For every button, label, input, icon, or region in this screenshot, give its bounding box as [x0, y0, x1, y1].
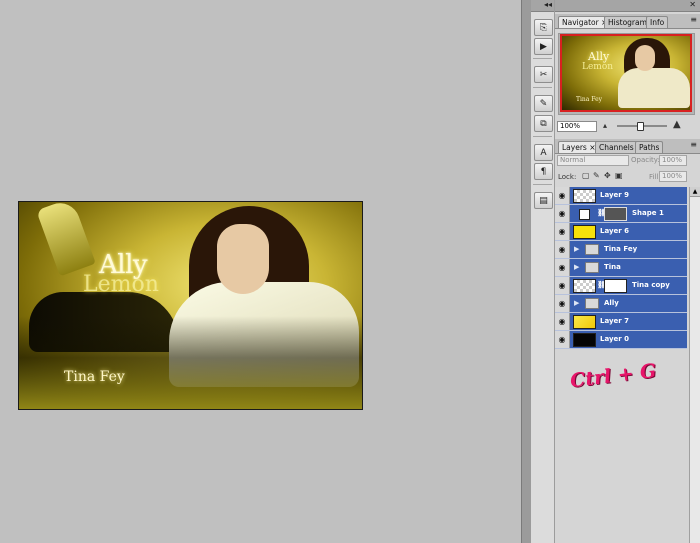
paragraph-icon[interactable]: ¶: [534, 163, 553, 180]
panel-menu-icon[interactable]: ≡: [690, 15, 697, 24]
folder-icon: [585, 298, 599, 309]
lock-position-icon[interactable]: ✥: [604, 172, 612, 180]
scroll-up-arrow-icon[interactable]: ▲: [690, 187, 700, 197]
preview-title-lemon: Lemon: [582, 62, 614, 72]
navigator-view-box[interactable]: Ally Lemon Tina Fey: [560, 34, 692, 112]
preview-shirt: [618, 68, 690, 108]
zoom-out-icon[interactable]: ▴: [603, 121, 607, 130]
blend-mode-select[interactable]: Normal: [557, 155, 629, 166]
panel-icon-column: ◂◂ ⎘ ▶ ✂ ✎ ⧉ A ¶ ▤: [531, 0, 555, 543]
expand-arrow-icon[interactable]: ▶: [574, 263, 579, 271]
lock-label: Lock:: [558, 173, 577, 181]
layer-row[interactable]: ◉ Layer 9: [555, 187, 687, 205]
tab-layers-label: Layers: [562, 143, 587, 152]
opacity-label: Opacity:: [631, 156, 660, 164]
navigator-preview[interactable]: Ally Lemon Tina Fey: [558, 33, 695, 115]
navigator-tab-bar: Navigator × Histogram Info ≡: [555, 14, 700, 29]
document-canvas[interactable]: Ally Lemon Tina Fey: [18, 201, 363, 410]
lock-transparency-icon[interactable]: ▢: [582, 172, 590, 180]
layer-thumbnail: [573, 333, 596, 347]
layer-group-row[interactable]: ◉ ▶ Tina Fey: [555, 241, 687, 259]
separator: [533, 136, 552, 137]
preview-face: [635, 45, 655, 71]
layer-row[interactable]: ◉ ⛓ Tina copy: [555, 277, 687, 295]
layer-name: Shape 1: [632, 209, 664, 217]
lock-all-icon[interactable]: ▣: [615, 172, 623, 180]
artwork-face: [217, 224, 269, 294]
visibility-eye-icon[interactable]: ◉: [555, 277, 570, 294]
layer-thumbnail: [573, 225, 596, 239]
layer-mask-thumbnail: [604, 279, 627, 293]
fill-field[interactable]: 100%: [659, 171, 687, 182]
panel-menu-icon[interactable]: ≡: [690, 140, 697, 149]
layer-row[interactable]: ◉ Layer 6: [555, 223, 687, 241]
tab-histogram[interactable]: Histogram: [604, 16, 651, 28]
dock-close-button[interactable]: ✕: [555, 0, 700, 12]
layer-name: Layer 6: [600, 227, 630, 235]
preview-caption: Tina Fey: [576, 96, 603, 103]
clone-source-icon[interactable]: ⧉: [534, 115, 553, 132]
opacity-field[interactable]: 100%: [659, 155, 687, 166]
layer-name: Ally: [604, 299, 619, 307]
visibility-eye-icon[interactable]: ◉: [555, 313, 570, 330]
layer-comps-icon[interactable]: ▤: [534, 192, 553, 209]
zoom-controls: 100% ▴ ▲: [555, 119, 700, 133]
layer-name: Layer 0: [600, 335, 630, 343]
layer-thumbnail: [573, 189, 596, 203]
layer-group-row[interactable]: ◉ ▶ Ally: [555, 295, 687, 313]
artwork-shoe: [36, 202, 96, 277]
character-icon[interactable]: A: [534, 144, 553, 161]
layer-name: Tina copy: [632, 281, 670, 289]
tool-presets-icon[interactable]: ✂: [534, 66, 553, 83]
layer-thumbnail: [573, 315, 596, 329]
visibility-eye-icon[interactable]: ◉: [555, 295, 570, 312]
layer-name: Tina Fey: [604, 245, 638, 253]
layer-name: Layer 9: [600, 191, 630, 199]
tab-layers[interactable]: Layers ×: [558, 141, 600, 153]
visibility-eye-icon[interactable]: ◉: [555, 187, 570, 204]
tab-info[interactable]: Info: [646, 16, 669, 28]
expand-dock-button[interactable]: ◂◂: [531, 0, 554, 12]
zoom-input[interactable]: 100%: [557, 121, 597, 132]
separator: [533, 87, 552, 88]
artwork-title-lemon: Lemon: [83, 272, 159, 297]
visibility-eye-icon[interactable]: ◉: [555, 205, 570, 222]
separator: [533, 184, 552, 185]
artwork-caption: Tina Fey: [64, 369, 125, 385]
zoom-slider-handle[interactable]: [636, 122, 644, 131]
canvas-workspace[interactable]: Ally Lemon Tina Fey: [0, 0, 521, 543]
layer-row[interactable]: ◉ ⛓ Shape 1: [555, 205, 687, 223]
tab-paths[interactable]: Paths: [635, 141, 664, 153]
layer-group-row[interactable]: ◉ ▶ Tina: [555, 259, 687, 277]
artwork-ground: [19, 315, 362, 409]
right-panel-dock: ✕ Navigator × Histogram Info ≡ Ally Lemo…: [555, 0, 700, 543]
layer-row[interactable]: ◉ Layer 0: [555, 331, 687, 349]
separator: [533, 58, 552, 59]
actions-icon[interactable]: ▶: [534, 38, 553, 55]
zoom-in-icon[interactable]: ▲: [673, 119, 681, 130]
visibility-eye-icon[interactable]: ◉: [555, 259, 570, 276]
expand-arrow-icon[interactable]: ▶: [574, 245, 579, 253]
layers-options: Normal Opacity: 100% Lock: ▢ ✎ ✥ ▣ Fill:…: [555, 155, 700, 185]
fill-swatch-thumbnail: [579, 209, 590, 220]
tab-channels[interactable]: Channels: [595, 141, 638, 153]
folder-icon: [585, 244, 599, 255]
layer-name: Tina: [604, 263, 621, 271]
brushes-icon[interactable]: ✎: [534, 95, 553, 112]
layer-row[interactable]: ◉ Layer 7: [555, 313, 687, 331]
history-icon[interactable]: ⎘: [534, 19, 553, 36]
layers-scrollbar[interactable]: ▲: [689, 187, 700, 543]
layers-list: ◉ Layer 9 ◉ ⛓ Shape 1 ◉ Layer 6 ◉ ▶ Tina…: [555, 187, 687, 349]
vector-mask-thumbnail: [604, 207, 627, 221]
layer-thumbnail: [573, 279, 596, 293]
folder-icon: [585, 262, 599, 273]
lock-pixels-icon[interactable]: ✎: [593, 172, 601, 180]
visibility-eye-icon[interactable]: ◉: [555, 241, 570, 258]
visibility-eye-icon[interactable]: ◉: [555, 223, 570, 240]
expand-arrow-icon[interactable]: ▶: [574, 299, 579, 307]
layers-tab-bar: Layers × Channels Paths ≡: [555, 139, 700, 154]
layer-name: Layer 7: [600, 317, 630, 325]
visibility-eye-icon[interactable]: ◉: [555, 331, 570, 348]
tab-navigator-label: Navigator: [562, 18, 599, 27]
